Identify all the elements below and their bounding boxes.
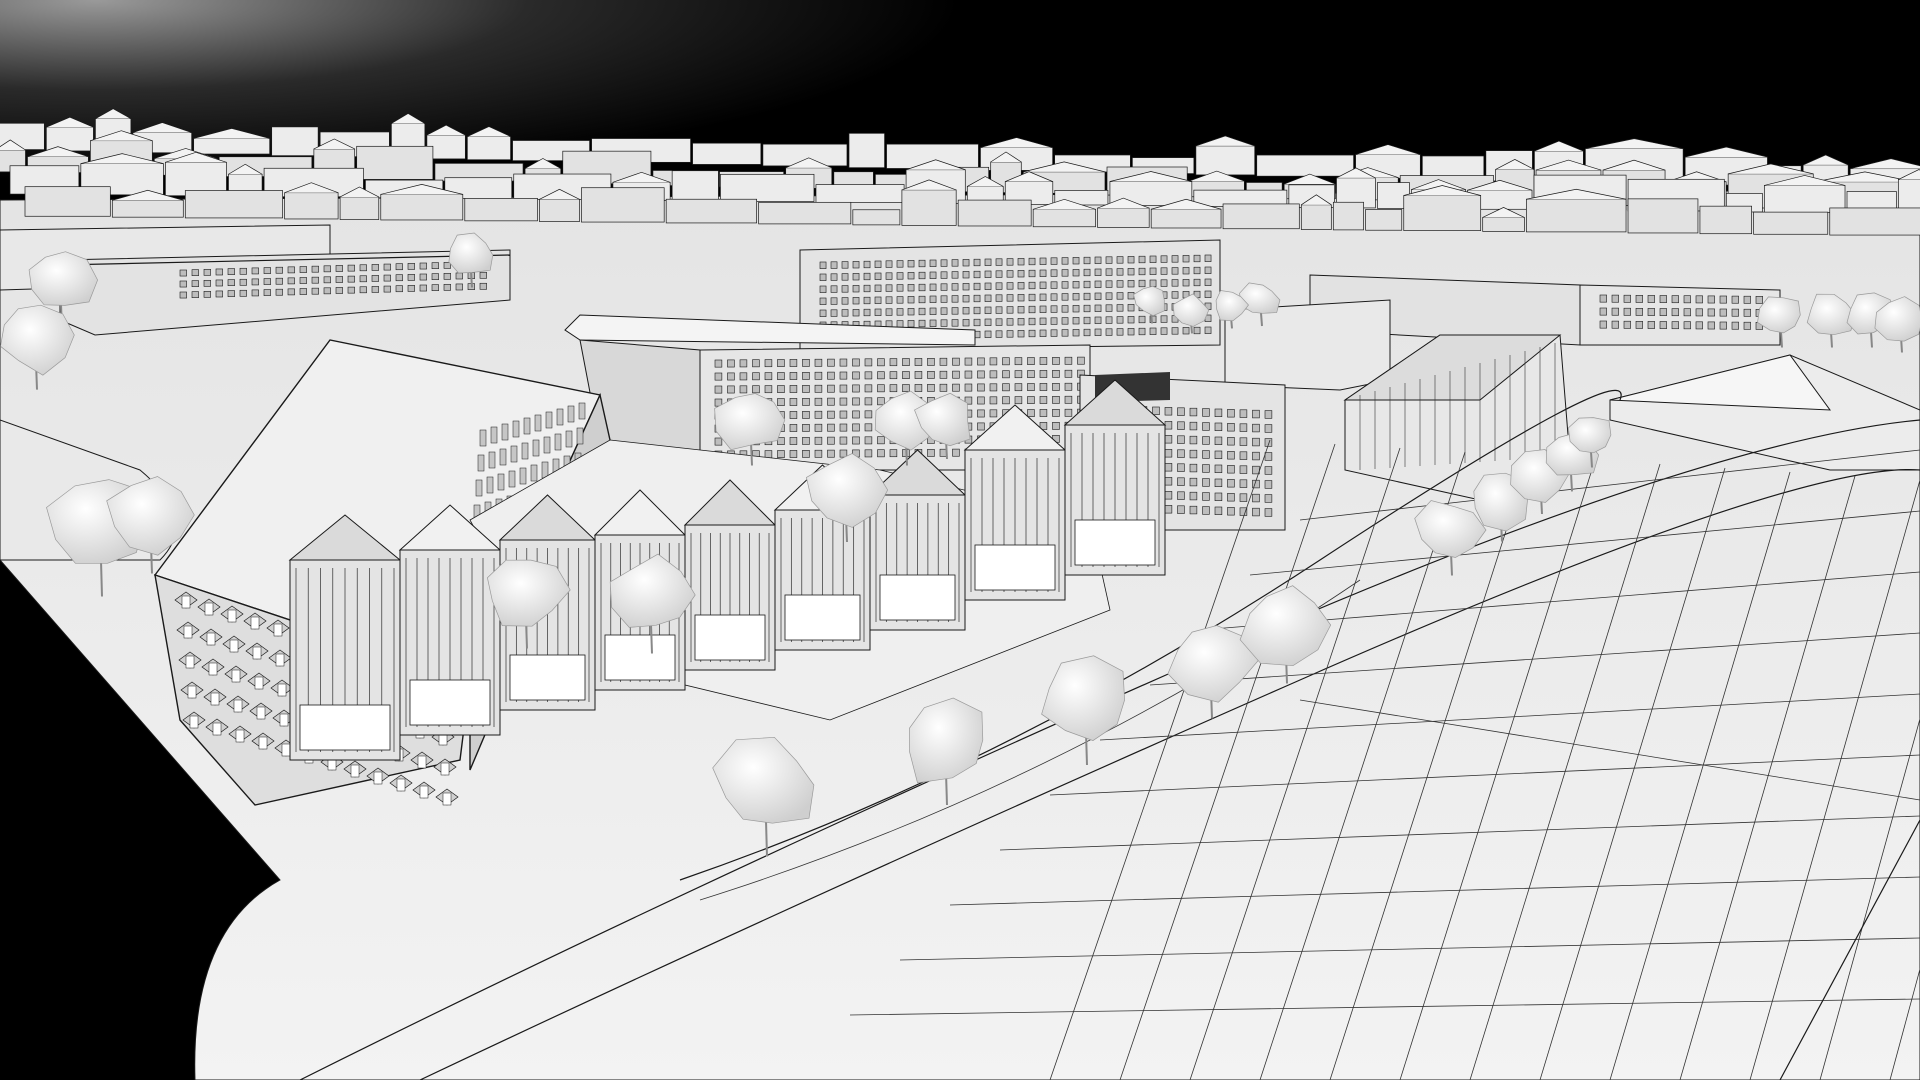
3d-city-viewport[interactable] xyxy=(0,0,1920,1080)
